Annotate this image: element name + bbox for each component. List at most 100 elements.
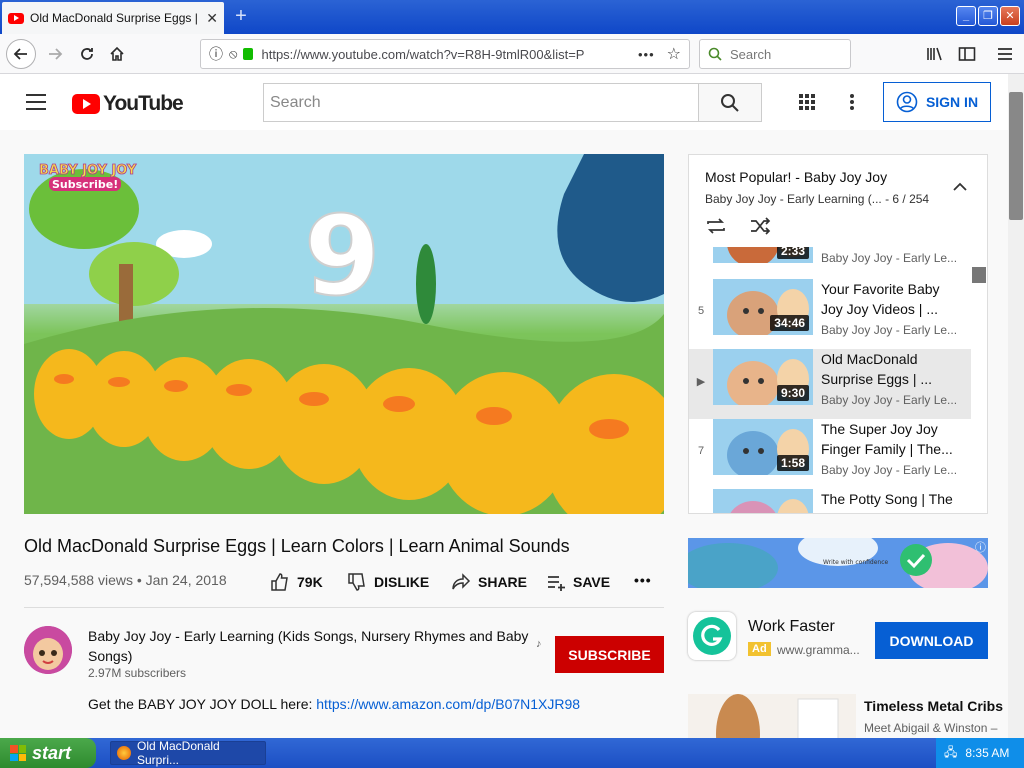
windows-taskbar: start Old MacDonald Surpri... 🖧 8:35 AM [0, 738, 1024, 768]
browser-search-field[interactable]: Search [699, 39, 851, 69]
taskbar-item-label: Old MacDonald Surpri... [137, 739, 220, 767]
ad-title[interactable]: Work Faster [748, 618, 835, 636]
playlist-item[interactable]: 5 34:46 Your Favorite Baby Joy Joy Videos … [689, 279, 971, 349]
crib-thumbnail-illustration [688, 694, 856, 738]
network-icon[interactable]: 🖧 [944, 743, 957, 764]
view-count: 57,594,588 views [24, 572, 133, 588]
ad-banner[interactable]: Write with confidence ⓘ [688, 538, 988, 588]
ad-info-icon[interactable]: ⓘ [975, 539, 986, 555]
reload-button[interactable] [72, 39, 102, 69]
youtube-logo[interactable]: YouTube [72, 92, 184, 116]
ad-banner-illustration: Write with confidence [688, 538, 988, 588]
download-button[interactable]: DOWNLOAD [875, 622, 988, 659]
playlist-item-title[interactable]: The Potty Song | The [821, 489, 961, 509]
channel-name[interactable]: Baby Joy Joy - Early Learning (Kids Song… [88, 626, 538, 666]
save-button[interactable]: SAVE [546, 572, 610, 592]
library-icon [927, 47, 942, 61]
playlist-scrollbar[interactable] [972, 267, 986, 283]
ad-badge: Ad [748, 642, 771, 656]
like-button[interactable]: 79K [270, 572, 323, 592]
apps-grid-button[interactable] [798, 93, 816, 116]
settings-more-button[interactable] [848, 93, 856, 116]
video-player[interactable]: 9 BABY JOY JOY Subscribe! [24, 154, 664, 514]
more-actions-button[interactable]: ••• [634, 572, 652, 588]
taskbar-firefox-item[interactable]: Old MacDonald Surpri... [110, 739, 266, 767]
playlist-item-duration: 9:30 [776, 385, 809, 401]
search-placeholder: Search [730, 46, 772, 62]
minimize-button[interactable]: _ [956, 6, 976, 26]
recommended-video[interactable]: Timeless Metal Cribs Meet Abigail & Wins… [688, 694, 1008, 738]
playlist-item[interactable]: 7 1:58 The Super Joy Joy Finger Family | T… [689, 419, 971, 489]
menu-button[interactable] [990, 39, 1020, 69]
browser-toolbar: ⓘ ⦸ https://www.youtube.com/watch?v=R8H-… [0, 34, 1024, 74]
playlist-item[interactable]: The Potty Song | The [689, 489, 971, 513]
dislike-label: DISLIKE [374, 574, 430, 590]
browser-tab[interactable]: Old MacDonald Surprise Eggs | Lea ✕ [2, 2, 224, 34]
dislike-button[interactable]: DISLIKE [347, 572, 429, 592]
forward-arrow-icon [49, 48, 63, 60]
home-button[interactable] [102, 39, 132, 69]
video-frame-illustration: 9 BABY JOY JOY Subscribe! [24, 154, 664, 514]
back-button[interactable] [6, 39, 36, 69]
recommended-thumbnail[interactable] [688, 694, 856, 738]
chevron-up-icon [953, 182, 967, 191]
youtube-search-input[interactable]: Search [263, 83, 699, 122]
subscribe-button[interactable]: SUBSCRIBE [555, 636, 664, 673]
shuffle-icon[interactable] [749, 217, 771, 235]
sidebar-toggle-button[interactable] [952, 39, 982, 69]
forward-button[interactable] [40, 39, 70, 69]
thumbs-down-icon [348, 573, 365, 591]
bookmark-star-icon[interactable]: ☆ [667, 44, 681, 64]
hamburger-menu-icon [998, 48, 1012, 60]
playlist-item[interactable]: ▶ 9:30 Old MacDonald Surprise Eggs | ... Ba… [689, 349, 971, 419]
channel-avatar[interactable] [24, 626, 72, 674]
sign-in-button[interactable]: SIGN IN [883, 82, 991, 122]
playlist-item-thumbnail[interactable]: 2:33 [713, 247, 813, 263]
apps-grid-icon [799, 94, 815, 110]
thumbnail-illustration [713, 489, 813, 513]
maximize-button[interactable]: ❐ [978, 6, 998, 26]
youtube-search-button[interactable] [698, 83, 762, 122]
meta-separator: • [136, 572, 146, 588]
url-text: https://www.youtube.com/watch?v=R8H-9tml… [261, 46, 585, 62]
firefox-icon [117, 746, 131, 760]
loop-icon[interactable] [705, 217, 727, 235]
playlist-controls [705, 217, 771, 235]
playlist-item[interactable]: 2:33 Baby Joy Joy - Early Le... [689, 247, 971, 267]
playlist-item-title[interactable]: Old MacDonald Surprise Eggs | ... [821, 349, 961, 389]
library-button[interactable] [920, 39, 950, 69]
new-tab-button[interactable]: + [230, 6, 252, 28]
recommended-channel: Meet Abigail & Winston – [864, 721, 998, 735]
playlist-item-thumbnail[interactable]: 34:46 [713, 279, 813, 335]
playlist-item-title[interactable]: Your Favorite Baby Joy Joy Videos | ... [821, 279, 961, 319]
guide-menu-icon[interactable] [26, 94, 46, 110]
recommended-title[interactable]: Timeless Metal Cribs [864, 698, 1003, 714]
url-bar[interactable]: ⓘ ⦸ https://www.youtube.com/watch?v=R8H-… [200, 39, 690, 69]
watch-page: 9 BABY JOY JOY Subscribe! Old MacDonald … [0, 130, 1008, 738]
tab-close-icon[interactable]: ✕ [206, 10, 218, 27]
site-info-icon[interactable]: ⓘ [209, 44, 223, 64]
window-close-button[interactable]: ✕ [1000, 6, 1020, 26]
youtube-header: YouTube Search SIGN IN [0, 74, 1008, 130]
page-scrollbar[interactable] [1008, 74, 1024, 738]
reload-icon [81, 48, 93, 60]
playlist-item-thumbnail[interactable]: 1:58 [713, 419, 813, 475]
save-label: SAVE [573, 574, 611, 590]
playlist-item-duration: 1:58 [776, 455, 809, 471]
start-button[interactable]: start [0, 738, 96, 768]
playlist-collapse-button[interactable] [953, 179, 967, 197]
description-link[interactable]: https://www.amazon.com/dp/B07N1XJR98 [316, 696, 580, 712]
tracking-protection-icon[interactable]: ⦸ [229, 46, 237, 62]
page-actions-button[interactable]: ••• [638, 47, 655, 62]
playlist-item-channel: Baby Joy Joy - Early Le... [821, 323, 958, 337]
playlist-item-title[interactable]: The Super Joy Joy Finger Family | The... [821, 419, 961, 459]
playlist-item-thumbnail[interactable]: 9:30 [713, 349, 813, 405]
playlist-item-thumbnail[interactable] [713, 489, 813, 513]
grammarly-logo[interactable] [688, 612, 736, 660]
playlist-title[interactable]: Most Popular! - Baby Joy Joy [705, 169, 887, 185]
page-scrollbar-thumb[interactable] [1009, 92, 1023, 220]
share-button[interactable]: SHARE [451, 572, 527, 592]
share-label: SHARE [478, 574, 528, 590]
like-count: 79K [297, 574, 323, 590]
playlist-add-icon [548, 576, 565, 591]
